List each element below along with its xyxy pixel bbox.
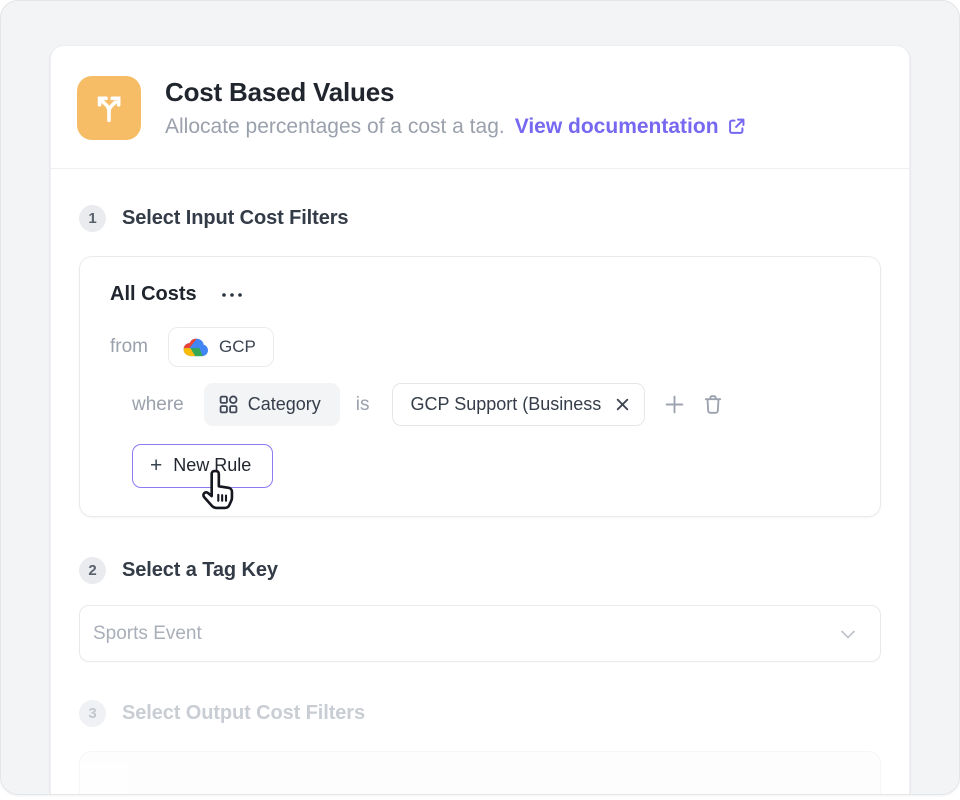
from-label: from (110, 336, 148, 358)
horizontal-ellipsis-icon (221, 292, 243, 298)
field-label: Category (248, 394, 321, 415)
new-rule-label: New Rule (173, 455, 251, 476)
page-title: Cost Based Values (165, 77, 747, 107)
where-row: where Category is (132, 383, 850, 426)
new-rule-button[interactable]: + New Rule (132, 444, 273, 488)
from-row: from (110, 327, 850, 367)
step-2-header: 2 Select a Tag Key (79, 557, 881, 584)
new-rule-wrapper: + New Rule (132, 444, 273, 488)
plus-icon (664, 394, 685, 415)
delete-rule-button[interactable] (702, 393, 724, 416)
close-x-icon (615, 397, 630, 412)
gcp-logo-icon (182, 337, 209, 357)
category-grid-icon (219, 395, 238, 414)
step-1-title: Select Input Cost Filters (122, 207, 348, 230)
main-card: Cost Based Values Allocate percentages o… (50, 45, 910, 795)
more-options-button[interactable] (219, 288, 245, 302)
input-cost-filter-card: All Costs from (79, 256, 881, 517)
provider-chip[interactable]: GCP (168, 327, 274, 367)
doc-link-label: View documentation (515, 114, 719, 140)
header: Cost Based Values Allocate percentages o… (51, 46, 909, 168)
step-3-badge: 3 (79, 700, 106, 727)
where-label: where (132, 394, 184, 416)
content: 1 Select Input Cost Filters All Costs (51, 205, 909, 795)
provider-label: GCP (219, 337, 256, 357)
page-subtitle: Allocate percentages of a cost a tag. Vi… (165, 114, 747, 140)
chevron-down-icon (836, 622, 860, 646)
filter-value-chip[interactable]: GCP Support (Business (392, 383, 646, 426)
header-divider (51, 168, 909, 169)
page-background: Cost Based Values Allocate percentages o… (0, 0, 960, 795)
plus-glyph: + (150, 456, 162, 476)
remove-value-button[interactable] (615, 397, 630, 412)
operator-label: is (356, 394, 370, 416)
filter-card-title-row: All Costs (110, 283, 850, 306)
split-arrows-icon (77, 76, 141, 140)
view-documentation-link[interactable]: View documentation (515, 114, 747, 140)
header-text: Cost Based Values Allocate percentages o… (165, 77, 747, 140)
field-chip[interactable]: Category (204, 383, 340, 426)
output-cost-filter-card-disabled (79, 751, 881, 795)
step-3-header: 3 Select Output Cost Filters (79, 700, 881, 727)
external-link-icon (726, 116, 747, 137)
subtitle-text: Allocate percentages of a cost a tag. (165, 114, 505, 140)
filter-name: All Costs (110, 283, 197, 306)
step-1-header: 1 Select Input Cost Filters (79, 205, 881, 232)
step-2-title: Select a Tag Key (122, 559, 278, 582)
trash-icon (702, 393, 724, 416)
step-1-badge: 1 (79, 205, 106, 232)
tag-key-selected-value: Sports Event (93, 623, 836, 645)
add-value-button[interactable] (664, 394, 685, 415)
step-3-title: Select Output Cost Filters (122, 702, 365, 725)
step-2-badge: 2 (79, 557, 106, 584)
filter-value-label: GCP Support (Business (411, 394, 602, 415)
tag-key-select[interactable]: Sports Event (79, 605, 881, 662)
